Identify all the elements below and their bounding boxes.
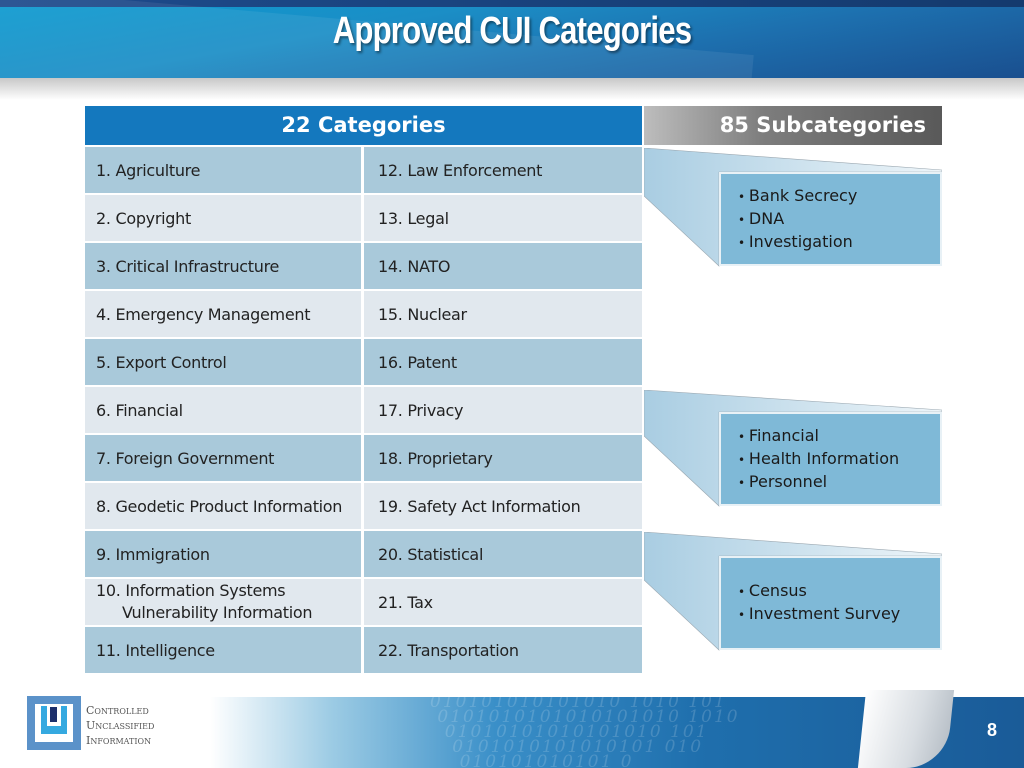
- category-cell: 5. Export Control: [85, 339, 361, 385]
- category-cell: 2. Copyright: [85, 195, 361, 241]
- subcategory-callout: Financial Health Information Personnel: [644, 390, 942, 508]
- table-row: 9. Immigration 20. Statistical: [85, 531, 642, 577]
- page-number: 8: [986, 720, 997, 740]
- logo-line: Unclassified: [86, 719, 155, 732]
- category-cell: 18. Proprietary: [364, 435, 642, 481]
- binary-pattern-decoration: 010101010101010 1010 101 010101010101010…: [430, 697, 740, 768]
- table-row: 11. Intelligence 22. Transportation: [85, 627, 642, 673]
- category-cell: 11. Intelligence: [85, 627, 361, 673]
- logo-text: Controlled Unclassified Information: [86, 703, 154, 748]
- category-cell: 19. Safety Act Information: [364, 483, 642, 529]
- category-cell: 20. Statistical: [364, 531, 642, 577]
- subcategory-item: Census: [738, 580, 940, 603]
- table-row: 5. Export Control 16. Patent: [85, 339, 642, 385]
- table-row: 2. Copyright 13. Legal: [85, 195, 642, 241]
- slide-title: Approved CUI Categories: [332, 10, 692, 52]
- category-cell: 3. Critical Infrastructure: [85, 243, 361, 289]
- category-line-2: Vulnerability Information: [122, 603, 313, 622]
- subcategory-list: Census Investment Survey: [719, 556, 942, 650]
- table-row: 6. Financial 17. Privacy: [85, 387, 642, 433]
- subcategory-item: Bank Secrecy: [738, 185, 940, 208]
- category-line-1: 10. Information Systems: [96, 581, 286, 600]
- table-row: 1. Agriculture 12. Law Enforcement: [85, 147, 642, 193]
- subcategory-item: Health Information: [738, 448, 940, 471]
- subcategory-callout: Census Investment Survey: [644, 532, 942, 652]
- table-row: 8. Geodetic Product Information 19. Safe…: [85, 483, 642, 529]
- table-row: 4. Emergency Management 15. Nuclear: [85, 291, 642, 337]
- categories-heading: 22 Categories: [85, 106, 642, 145]
- category-cell: 13. Legal: [364, 195, 642, 241]
- category-cell: 6. Financial: [85, 387, 361, 433]
- categories-table: 22 Categories 1. Agriculture 12. Law Enf…: [85, 106, 642, 673]
- table-row: 7. Foreign Government 18. Proprietary: [85, 435, 642, 481]
- category-cell: 1. Agriculture: [85, 147, 361, 193]
- table-row: 3. Critical Infrastructure 14. NATO: [85, 243, 642, 289]
- category-cell: 22. Transportation: [364, 627, 642, 673]
- category-cell: 15. Nuclear: [364, 291, 642, 337]
- subcategory-list: Financial Health Information Personnel: [719, 412, 942, 506]
- subcategory-item: Financial: [738, 425, 940, 448]
- subcategory-item: Investigation: [738, 231, 940, 254]
- category-cell: 8. Geodetic Product Information: [85, 483, 361, 529]
- subcategory-item: Investment Survey: [738, 603, 940, 626]
- category-cell: 9. Immigration: [85, 531, 361, 577]
- header-shadow: [0, 78, 1024, 100]
- subcategories-heading: 85 Subcategories: [644, 106, 942, 145]
- subcategory-item: Personnel: [738, 471, 940, 494]
- category-cell: 4. Emergency Management: [85, 291, 361, 337]
- category-cell: 16. Patent: [364, 339, 642, 385]
- category-cell: 7. Foreign Government: [85, 435, 361, 481]
- logo-line: Information: [86, 734, 152, 747]
- subcategory-list: Bank Secrecy DNA Investigation: [719, 172, 942, 266]
- cui-logo-icon: [27, 696, 81, 750]
- category-cell: 12. Law Enforcement: [364, 147, 642, 193]
- subcategory-callout: Bank Secrecy DNA Investigation: [644, 148, 942, 270]
- logo-line: Controlled: [86, 704, 149, 717]
- category-cell: 17. Privacy: [364, 387, 642, 433]
- category-cell: 14. NATO: [364, 243, 642, 289]
- slide-header: Approved CUI Categories: [0, 0, 1024, 78]
- subcategory-item: DNA: [738, 208, 940, 231]
- category-cell: 21. Tax: [364, 579, 642, 625]
- category-multiline: 10. Information Systems Vulnerability In…: [96, 580, 313, 624]
- category-cell: 10. Information Systems Vulnerability In…: [85, 579, 361, 625]
- table-row: 10. Information Systems Vulnerability In…: [85, 579, 642, 625]
